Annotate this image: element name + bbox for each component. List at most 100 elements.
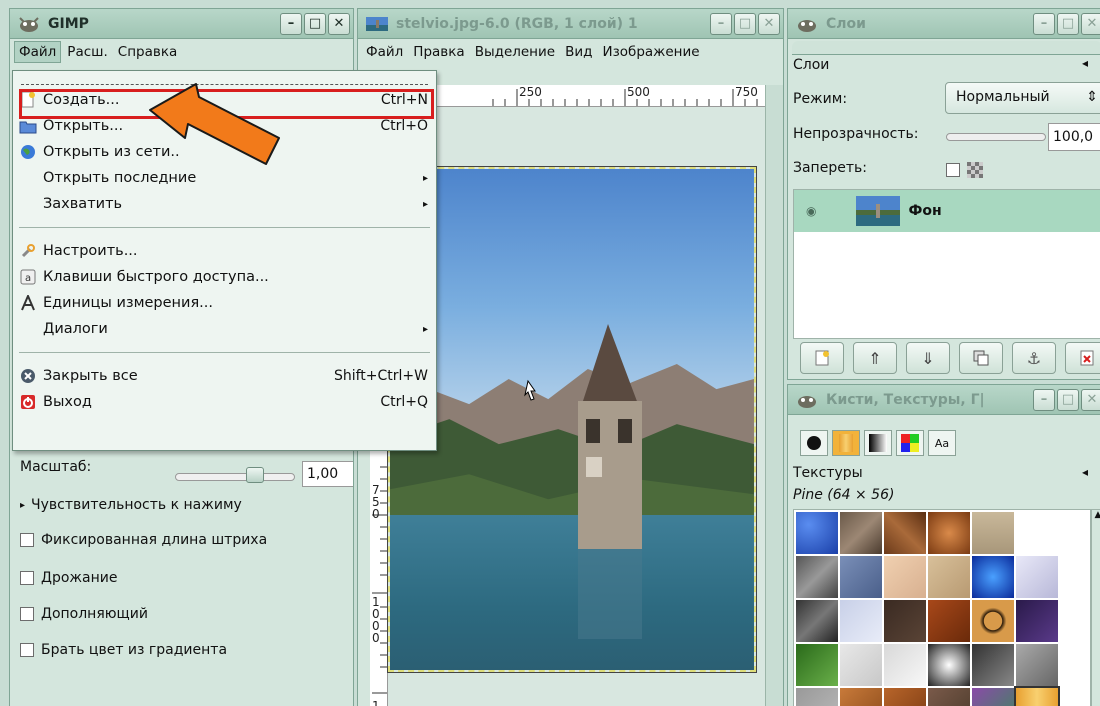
tab-menu-icon[interactable]: ◂ [1082, 465, 1088, 479]
menu-image[interactable]: Изображение [598, 42, 703, 62]
pattern-swatch[interactable] [840, 512, 882, 554]
scale-value-field[interactable]: 1,00 [302, 461, 353, 487]
layer-row[interactable]: ◉ Фон [794, 190, 1100, 232]
pattern-swatch[interactable] [884, 600, 926, 642]
pattern-swatch-selected[interactable] [1014, 686, 1060, 706]
pattern-grid[interactable] [793, 509, 1091, 706]
pattern-swatch[interactable] [972, 556, 1014, 598]
new-layer-button[interactable] [800, 342, 844, 374]
pattern-swatch[interactable] [928, 688, 970, 706]
pattern-swatch[interactable] [1016, 600, 1058, 642]
pattern-swatch[interactable] [884, 688, 926, 706]
close-button[interactable]: ✕ [758, 12, 780, 35]
checkbox-icon[interactable] [20, 571, 34, 585]
layers-titlebar[interactable]: Слои – □ ✕ [788, 9, 1100, 39]
duplicate-layer-button[interactable] [959, 342, 1003, 374]
pattern-swatch[interactable] [840, 644, 882, 686]
pattern-scrollbar[interactable]: ▲ [1091, 509, 1100, 706]
menu-file[interactable]: Файл [362, 42, 407, 62]
pattern-swatch[interactable] [796, 556, 838, 598]
maximize-button[interactable]: □ [1057, 12, 1079, 35]
pattern-swatch[interactable] [796, 600, 838, 642]
pattern-swatch[interactable] [884, 556, 926, 598]
pattern-swatch[interactable] [1016, 556, 1058, 598]
pattern-swatch[interactable] [972, 600, 1014, 642]
menu-file[interactable]: Файл [14, 41, 62, 63]
minimize-button[interactable]: – [1033, 12, 1055, 35]
pattern-swatch[interactable] [972, 644, 1014, 686]
scale-slider-track[interactable] [175, 473, 295, 481]
menu-item-open-recent[interactable]: Открыть последние ▸ [13, 165, 436, 191]
close-button[interactable]: ✕ [328, 12, 350, 35]
pattern-swatch[interactable] [928, 556, 970, 598]
maximize-button[interactable]: □ [1057, 388, 1079, 411]
pattern-swatch[interactable] [884, 512, 926, 554]
checkbox-icon[interactable] [20, 607, 34, 621]
lower-layer-button[interactable]: ⇓ [906, 342, 950, 374]
tab-fonts[interactable]: Aa [928, 430, 956, 456]
minimize-button[interactable]: – [280, 12, 302, 35]
toolbox-titlebar[interactable]: GIMP – □ ✕ [10, 9, 353, 39]
menu-item-dialogs[interactable]: Диалоги ▸ [13, 316, 436, 342]
checkbox-icon[interactable] [20, 643, 34, 657]
checkbox-gradient-color[interactable]: Брать цвет из градиента [20, 642, 227, 658]
delete-layer-button[interactable] [1065, 342, 1100, 374]
pattern-swatch[interactable] [1016, 644, 1058, 686]
image-titlebar[interactable]: stelvio.jpg-6.0 (RGB, 1 слой) 1 – □ ✕ [358, 9, 783, 39]
tab-gradients[interactable] [864, 430, 892, 456]
menu-item-open[interactable]: Открыть... Ctrl+O [13, 113, 436, 139]
opacity-slider[interactable] [946, 133, 1046, 141]
pattern-swatch[interactable] [928, 600, 970, 642]
tab-palettes[interactable] [896, 430, 924, 456]
menu-help[interactable]: Справка [114, 42, 181, 62]
opacity-value-field[interactable]: 100,0 [1048, 123, 1100, 151]
menu-item-acquire[interactable]: Захватить ▸ [13, 191, 436, 217]
visibility-eye-icon[interactable]: ◉ [806, 204, 816, 218]
pattern-swatch[interactable] [972, 512, 1014, 554]
brushes-titlebar[interactable]: Кисти, Текстуры, Г| – □ ✕ [788, 385, 1100, 415]
menu-item-preferences[interactable]: Настроить... [13, 238, 436, 264]
mode-select[interactable]: Нормальный ⇕ [945, 82, 1100, 114]
menu-extensions[interactable]: Расш. [63, 42, 111, 62]
menu-item-close-all[interactable]: Закрыть все Shift+Ctrl+W [13, 363, 436, 389]
close-button[interactable]: ✕ [1081, 388, 1100, 411]
raise-layer-button[interactable]: ⇑ [853, 342, 897, 374]
menu-view[interactable]: Вид [561, 42, 596, 62]
lock-checkbox[interactable] [946, 163, 960, 177]
scale-slider-thumb[interactable] [246, 467, 264, 483]
menu-item-open-location[interactable]: Открыть из сети.. [13, 139, 436, 165]
menu-tearoff[interactable] [21, 75, 428, 85]
anchor-layer-button[interactable]: ⚓ [1012, 342, 1056, 374]
close-button[interactable]: ✕ [1081, 12, 1100, 35]
menu-item-new[interactable]: Создать... Ctrl+N [13, 87, 436, 113]
menu-item-shortcuts[interactable]: a Клавиши быстрого доступа... [13, 264, 436, 290]
tab-brushes[interactable] [800, 430, 828, 456]
minimize-button[interactable]: – [710, 12, 732, 35]
horizontal-ruler[interactable]: 250 500 750 [388, 85, 765, 107]
menu-select[interactable]: Выделение [471, 42, 559, 62]
pattern-swatch[interactable] [884, 644, 926, 686]
pattern-swatch[interactable] [840, 600, 882, 642]
minimize-button[interactable]: – [1033, 388, 1055, 411]
pattern-swatch[interactable] [928, 512, 970, 554]
pattern-swatch[interactable] [796, 688, 838, 706]
pattern-swatch[interactable] [796, 512, 838, 554]
maximize-button[interactable]: □ [734, 12, 756, 35]
pressure-expander[interactable]: ▸ Чувствительность к нажиму [20, 497, 242, 513]
checkbox-icon[interactable] [20, 533, 34, 547]
menu-item-units[interactable]: Единицы измерения... [13, 290, 436, 316]
checkbox-jitter[interactable]: Дрожание [20, 570, 117, 586]
checkbox-fixed-length[interactable]: Фиксированная длина штриха [20, 532, 267, 548]
dock-tabstrip[interactable] [792, 41, 1100, 55]
maximize-button[interactable]: □ [304, 12, 326, 35]
checkbox-incremental[interactable]: Дополняющий [20, 606, 148, 622]
menu-edit[interactable]: Правка [409, 42, 468, 62]
pattern-swatch[interactable] [840, 688, 882, 706]
scroll-up-icon[interactable]: ▲ [1092, 510, 1100, 520]
pattern-swatch[interactable] [840, 556, 882, 598]
vertical-scrollbar[interactable] [765, 85, 783, 706]
tab-patterns[interactable] [832, 430, 860, 456]
pattern-swatch[interactable] [928, 644, 970, 686]
tab-menu-icon[interactable]: ◂ [1082, 56, 1088, 70]
menu-item-quit[interactable]: Выход Ctrl+Q [13, 389, 436, 415]
